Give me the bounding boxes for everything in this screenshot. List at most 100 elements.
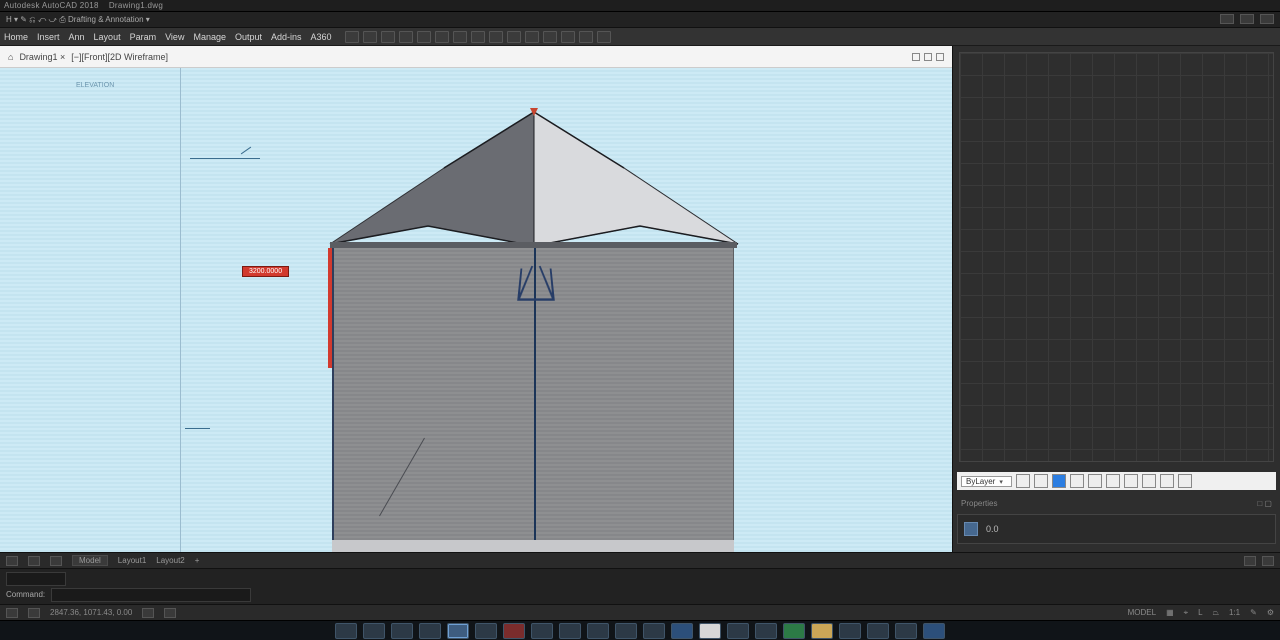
taskbar-app[interactable] (755, 623, 777, 639)
property-button[interactable] (1106, 474, 1120, 488)
taskbar-app[interactable] (335, 623, 357, 639)
ribbon-icon[interactable] (489, 31, 503, 43)
ribbon-tab[interactable]: A360 (311, 32, 332, 42)
drawing-canvas[interactable]: ELEVATION 3200.0000 (0, 68, 952, 552)
ribbon-icon[interactable] (507, 31, 521, 43)
iso-toggle-icon[interactable]: ⏢ (1213, 608, 1219, 618)
ribbon-command-icons[interactable] (345, 31, 611, 43)
ribbon-icon[interactable] (525, 31, 539, 43)
viewport-controls[interactable] (912, 53, 944, 61)
close-icon[interactable] (1260, 14, 1274, 24)
taskbar-app[interactable] (391, 623, 413, 639)
taskbar-app[interactable] (783, 623, 805, 639)
quick-access-toolbar[interactable]: H ▾ ✎ ⎌ ⤺ ⤻ ⎙ Drafting & Annotation ▾ (0, 12, 1280, 28)
status-bar[interactable]: 2847.36, 1071.43, 0.00 MODEL ▦ ⌖ L ⏢ 1:1… (0, 604, 1280, 620)
ribbon-tab[interactable]: View (165, 32, 184, 42)
viewcube-icon[interactable] (912, 53, 920, 61)
status-icon[interactable] (6, 608, 18, 618)
nav-icon[interactable] (1262, 556, 1274, 566)
ribbon-tab[interactable]: Home (4, 32, 28, 42)
secondary-viewport[interactable] (959, 52, 1274, 462)
ribbon-icon[interactable] (579, 31, 593, 43)
property-button[interactable] (1124, 474, 1138, 488)
property-button[interactable] (1178, 474, 1192, 488)
ribbon-icon[interactable] (471, 31, 485, 43)
command-line-area[interactable]: Command: (0, 568, 1280, 604)
ribbon-tab[interactable]: Output (235, 32, 262, 42)
ribbon-icon[interactable] (399, 31, 413, 43)
taskbar-app[interactable] (699, 623, 721, 639)
layout-tab-model[interactable]: Model (72, 555, 108, 566)
ribbon-tab[interactable]: Param (130, 32, 157, 42)
bylayer-selector[interactable]: ByLayer (961, 476, 1012, 487)
nav-icon[interactable] (1244, 556, 1256, 566)
ribbon-icon[interactable] (363, 31, 377, 43)
snap-toggle-icon[interactable]: ⌖ (1184, 608, 1189, 618)
maximize-icon[interactable] (1240, 14, 1254, 24)
grid-toggle-icon[interactable]: ▦ (1166, 608, 1174, 617)
taskbar-app[interactable] (503, 623, 525, 639)
ribbon-icon[interactable] (453, 31, 467, 43)
command-input[interactable] (51, 588, 251, 602)
taskbar-app[interactable] (895, 623, 917, 639)
layout-tab[interactable]: Layout2 (156, 556, 184, 565)
quick-access-text[interactable]: H ▾ ✎ ⎌ ⤺ ⤻ ⎙ Drafting & Annotation ▾ (6, 15, 150, 25)
taskbar-app[interactable] (671, 623, 693, 639)
taskbar-app[interactable] (475, 623, 497, 639)
ribbon-icon[interactable] (381, 31, 395, 43)
ribbon-tab[interactable]: Layout (94, 32, 121, 42)
minimize-icon[interactable] (1220, 14, 1234, 24)
property-button[interactable] (1160, 474, 1174, 488)
ribbon-tab[interactable]: Manage (193, 32, 226, 42)
status-icon[interactable] (142, 608, 154, 618)
palette-footer-icon[interactable] (964, 522, 978, 536)
property-button[interactable] (1142, 474, 1156, 488)
taskbar-app[interactable] (615, 623, 637, 639)
ribbon-icon[interactable] (417, 31, 431, 43)
taskbar-app[interactable] (559, 623, 581, 639)
taskbar-app[interactable] (839, 623, 861, 639)
taskbar-app[interactable] (867, 623, 889, 639)
home-icon[interactable]: ⌂ (8, 52, 13, 62)
model-selected-edge[interactable] (328, 248, 332, 368)
view-settings-icon[interactable] (936, 53, 944, 61)
layout-icon[interactable] (28, 556, 40, 566)
document-tab[interactable]: Drawing1 × (19, 52, 65, 62)
taskbar-app[interactable] (923, 623, 945, 639)
taskbar-app[interactable] (587, 623, 609, 639)
palette-collapse-icons[interactable]: □ ▢ (1257, 499, 1272, 508)
window-controls[interactable] (1220, 14, 1274, 24)
settings-gear-icon[interactable]: ⚙ (1267, 608, 1274, 617)
ribbon-icon[interactable] (435, 31, 449, 43)
taskbar-app[interactable] (531, 623, 553, 639)
ribbon-tabs[interactable]: Home Insert Ann Layout Param View Manage… (0, 28, 1280, 46)
view-label[interactable]: [−][Front][2D Wireframe] (71, 52, 168, 62)
model-wall[interactable] (332, 248, 734, 548)
document-tab-bar[interactable]: ⌂ Drawing1 × [−][Front][2D Wireframe] (0, 46, 952, 68)
ortho-toggle-icon[interactable]: L (1198, 608, 1202, 617)
property-button[interactable] (1070, 474, 1084, 488)
os-taskbar[interactable] (0, 620, 1280, 640)
property-button[interactable] (1016, 474, 1030, 488)
dimension-value-badge[interactable]: 3200.0000 (242, 266, 289, 277)
ribbon-icon[interactable] (561, 31, 575, 43)
command-history-box[interactable] (6, 572, 66, 586)
status-icon[interactable] (164, 608, 176, 618)
scale-readout[interactable]: 1:1 (1229, 608, 1240, 617)
ribbon-icon[interactable] (597, 31, 611, 43)
layout-icon[interactable] (50, 556, 62, 566)
ribbon-icon[interactable] (345, 31, 359, 43)
model-roof[interactable] (324, 108, 744, 258)
layout-tab-add[interactable]: + (195, 556, 200, 565)
layout-tab-bar[interactable]: Model Layout1 Layout2 + (0, 552, 1280, 568)
taskbar-app-active[interactable] (447, 623, 469, 639)
annotate-icon[interactable]: ✎ (1250, 608, 1257, 617)
taskbar-app[interactable] (419, 623, 441, 639)
taskbar-app[interactable] (811, 623, 833, 639)
status-icon[interactable] (28, 608, 40, 618)
ribbon-tab[interactable]: Add-ins (271, 32, 302, 42)
nav-wheel-icon[interactable] (924, 53, 932, 61)
ribbon-tab[interactable]: Ann (69, 32, 85, 42)
color-swatch-button[interactable] (1052, 474, 1066, 488)
ribbon-icon[interactable] (543, 31, 557, 43)
